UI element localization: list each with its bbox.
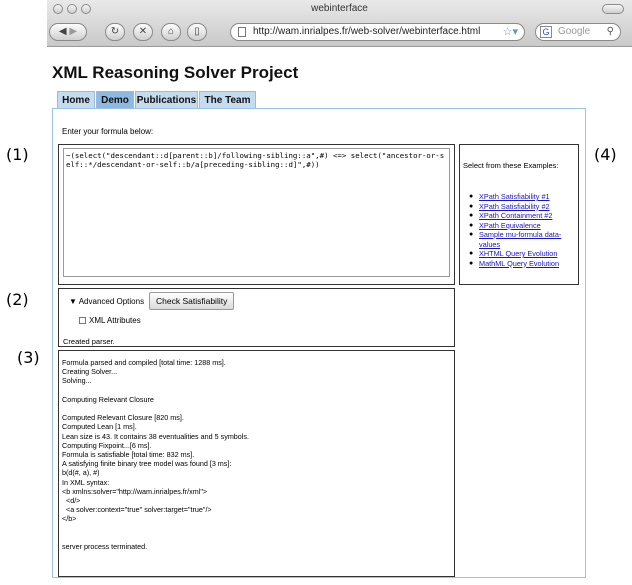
browser-toolbar: webinterface ◀ ▶ ↻ ✕ ⌂ ▯ http://wam.inri… bbox=[47, 0, 632, 47]
xml-attributes-label: XML Attributes bbox=[89, 316, 141, 325]
check-satisfiability-button[interactable]: Check Satisfiability bbox=[149, 292, 235, 310]
tab-publications[interactable]: Publications bbox=[135, 91, 198, 109]
controls-panel: ▼ Advanced Options Check Satisfiability … bbox=[58, 288, 455, 347]
examples-heading: Select from these Examples: bbox=[463, 161, 559, 170]
output-line: Computing Fixpoint...[6 ms]. bbox=[62, 440, 152, 450]
url-text[interactable]: http://wam.inrialpes.fr/web-solver/webin… bbox=[253, 24, 480, 40]
list-item: ● MathML Query Evolution bbox=[469, 259, 578, 269]
bullet-icon: ● bbox=[469, 231, 474, 238]
reload-icon: ↻ bbox=[110, 26, 120, 37]
output-line: b(d(#, a), #) bbox=[62, 468, 100, 478]
xml-attributes-checkbox[interactable] bbox=[79, 317, 86, 324]
bullet-icon: ● bbox=[469, 212, 474, 219]
page-icon bbox=[238, 27, 246, 37]
back-forward-buttons[interactable]: ◀ ▶ bbox=[49, 23, 87, 41]
tab-demo[interactable]: Demo bbox=[96, 91, 134, 109]
output-panel[interactable]: Formula parsed and compiled [total time:… bbox=[58, 350, 455, 577]
callout-4: (4) bbox=[594, 145, 617, 164]
output-line: Lean size is 43. It contains 38 eventual… bbox=[62, 431, 249, 441]
advanced-options-label: Advanced Options bbox=[78, 297, 145, 306]
output-line: <a solver:context="true" solver:target="… bbox=[62, 505, 212, 515]
output-line: A satisfying finite binary tree model wa… bbox=[62, 459, 232, 469]
forward-icon[interactable]: ▶ bbox=[69, 26, 77, 37]
formula-input[interactable]: ~(select("descendant::d[parent::b]/follo… bbox=[63, 148, 450, 277]
output-line: </b> bbox=[62, 514, 77, 524]
bullet-icon: ● bbox=[469, 250, 474, 257]
home-button[interactable]: ⌂ bbox=[161, 23, 181, 41]
output-line: Creating Solver... bbox=[62, 367, 118, 377]
search-input[interactable]: Google bbox=[558, 24, 590, 40]
output-line: In XML syntax: bbox=[62, 477, 110, 487]
callout-2: (2) bbox=[6, 290, 29, 309]
example-link[interactable]: XPath Satisfiability #1 bbox=[479, 192, 550, 201]
examples-list: ● XPath Satisfiability #1 ● XPath Satisfia… bbox=[469, 192, 578, 268]
bullet-icon: ● bbox=[469, 221, 474, 229]
page-icon: ▯ bbox=[194, 26, 200, 37]
stop-icon: ✕ bbox=[138, 26, 148, 37]
triangle-down-icon: ▼ bbox=[69, 297, 77, 306]
magnifier-icon[interactable]: ⚲ bbox=[607, 24, 614, 40]
search-box[interactable]: G Google ⚲ bbox=[535, 23, 621, 41]
callout-1: (1) bbox=[6, 145, 29, 164]
output-log: Formula parsed and compiled [total time:… bbox=[62, 358, 249, 551]
search-engine-icon[interactable]: G bbox=[540, 26, 552, 38]
example-link[interactable]: XPath Satisfiability #2 bbox=[479, 202, 550, 211]
output-line: Formula is satisfiable [total time: 832 … bbox=[62, 450, 195, 460]
list-item: ● XPath Equivalence bbox=[469, 221, 578, 231]
output-line: Formula parsed and compiled [total time:… bbox=[62, 358, 226, 367]
list-item: ● XHTML Query Evolution bbox=[469, 249, 578, 259]
status-text: Created parser. bbox=[63, 337, 115, 346]
list-item: ● XPath Satisfiability #1 bbox=[469, 192, 578, 202]
output-line: Computed Relevant Closure [820 ms]. bbox=[62, 413, 184, 423]
output-line: <b xmlns:solver="http://wam.inrialpes.fr… bbox=[62, 486, 208, 496]
output-line: server process terminated. bbox=[62, 542, 148, 552]
example-link[interactable]: MathML Query Evolution bbox=[479, 259, 559, 268]
formula-panel: ~(select("descendant::d[parent::b]/follo… bbox=[58, 144, 455, 285]
bullet-icon: ● bbox=[469, 202, 474, 210]
examples-panel: Select from these Examples: ● XPath Satis… bbox=[459, 144, 579, 285]
xml-attributes-option[interactable]: XML Attributes bbox=[79, 316, 141, 325]
advanced-options-toggle[interactable]: ▼ Advanced Options bbox=[69, 297, 144, 306]
output-line: Computing Relevant Closure bbox=[62, 394, 154, 404]
reload-button[interactable]: ↻ bbox=[105, 23, 125, 41]
output-line: Solving... bbox=[62, 376, 92, 386]
page-title: XML Reasoning Solver Project bbox=[52, 63, 299, 82]
address-bar[interactable]: http://wam.inrialpes.fr/web-solver/webin… bbox=[230, 23, 525, 41]
bullet-icon: ● bbox=[469, 193, 474, 200]
list-item: ● XPath Containment #2 bbox=[469, 211, 578, 221]
bullet-icon: ● bbox=[469, 259, 474, 267]
toolbar-toggle-icon[interactable] bbox=[602, 4, 624, 14]
list-item: ● Sample mu-formula data-values bbox=[469, 230, 578, 249]
example-link[interactable]: XHTML Query Evolution bbox=[479, 249, 557, 258]
stop-button[interactable]: ✕ bbox=[133, 23, 153, 41]
tab-the-team[interactable]: The Team bbox=[199, 91, 256, 109]
bookmark-star-icon[interactable]: ☆▾ bbox=[503, 24, 518, 40]
back-icon[interactable]: ◀ bbox=[59, 26, 67, 37]
formula-prompt: Enter your formula below: bbox=[62, 127, 154, 136]
tab-home[interactable]: Home bbox=[57, 91, 95, 109]
window-title: webinterface bbox=[311, 3, 368, 14]
callout-3: (3) bbox=[17, 348, 40, 367]
output-line: <d/> bbox=[62, 496, 81, 506]
example-link[interactable]: XPath Equivalence bbox=[479, 221, 541, 230]
example-link[interactable]: XPath Containment #2 bbox=[479, 211, 552, 220]
page-menu-button[interactable]: ▯ bbox=[187, 23, 207, 41]
example-link[interactable]: Sample mu-formula data-values bbox=[479, 230, 561, 249]
list-item: ● XPath Satisfiability #2 bbox=[469, 202, 578, 212]
output-line: Computed Lean [1 ms]. bbox=[62, 422, 137, 432]
home-icon: ⌂ bbox=[167, 26, 175, 37]
